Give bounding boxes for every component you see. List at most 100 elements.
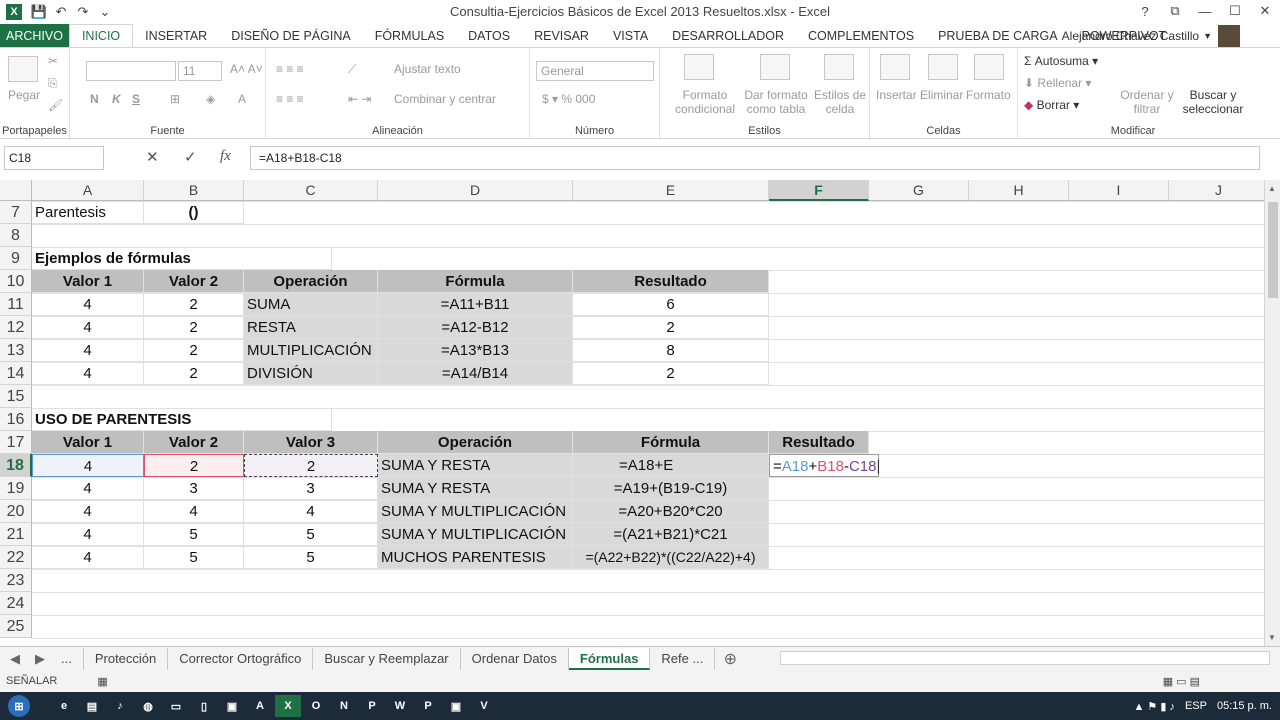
ie-icon[interactable]: e	[51, 695, 77, 717]
cell[interactable]: 6	[573, 293, 769, 316]
cell[interactable]: 2	[144, 316, 244, 339]
orientation-icon[interactable]: ⟋	[348, 62, 356, 77]
help-icon[interactable]: ?	[1130, 0, 1160, 22]
insert-button[interactable]: Insertar	[876, 88, 917, 102]
grow-font-icon[interactable]: A˄ A˅	[230, 62, 263, 76]
row-header[interactable]: 23	[0, 569, 32, 592]
cell[interactable]: MULTIPLICACIÓN	[244, 339, 378, 362]
row-header[interactable]: 10	[0, 270, 32, 293]
cell[interactable]: 4	[32, 316, 144, 339]
tab-inicio[interactable]: INICIO	[68, 24, 134, 47]
table-header[interactable]: Valor 2	[144, 431, 244, 454]
cell-editor-f18[interactable]: =A18+B18-C18|	[769, 454, 880, 477]
cell[interactable]: 4	[32, 362, 144, 385]
cell[interactable]: SUMA Y MULTIPLICACIÓN	[378, 500, 573, 523]
tab-revisar[interactable]: REVISAR	[522, 24, 601, 47]
view-normal-icon[interactable]: ▦ ▭ ▤	[1163, 675, 1200, 688]
row-header[interactable]: 8	[0, 224, 32, 247]
cell[interactable]: 4	[32, 523, 144, 546]
cell[interactable]: 4	[32, 339, 144, 362]
align-left-icon[interactable]: ≡ ≡ ≡	[276, 92, 304, 106]
format-painter-icon[interactable]: 🖌	[48, 98, 63, 112]
sheet-tab[interactable]: Ordenar Datos	[461, 647, 569, 670]
row-header[interactable]: 14	[0, 362, 32, 385]
close-icon[interactable]: ✕	[1250, 0, 1280, 22]
cell[interactable]: 2	[573, 316, 769, 339]
indent-icon[interactable]: ⇤ ⇥	[348, 92, 371, 106]
column-header-e[interactable]: E	[573, 180, 769, 201]
minimize-icon[interactable]: —	[1190, 0, 1220, 22]
user-account[interactable]: Alejandro Chavez Castillo ▼	[1062, 24, 1240, 47]
cell-ref-c18[interactable]: 2	[244, 454, 378, 477]
ribbon-display-icon[interactable]: ⧉	[1160, 0, 1190, 22]
sort-filter-button[interactable]: Ordenar y filtrar	[1110, 88, 1184, 116]
sheet-tab[interactable]: Corrector Ortográfico	[168, 647, 314, 670]
sheet-tab[interactable]: Refe ...	[650, 647, 716, 670]
column-header-f[interactable]: F	[769, 180, 869, 201]
insert-function-icon[interactable]: fx	[220, 148, 231, 165]
section-title[interactable]: Ejemplos de fórmulas	[32, 247, 332, 270]
cell[interactable]: =A19+(B19-C19)	[573, 477, 769, 500]
scroll-thumb[interactable]	[1268, 202, 1278, 298]
row-header[interactable]: 19	[0, 477, 32, 500]
cell[interactable]: 4	[32, 546, 144, 569]
next-sheet-icon[interactable]: ▶	[30, 651, 50, 667]
tab-prueba-carga[interactable]: PRUEBA DE CARGA	[926, 24, 1069, 47]
maximize-icon[interactable]: ☐	[1220, 0, 1250, 22]
table-header[interactable]: Fórmula	[573, 431, 769, 454]
column-header-i[interactable]: I	[1069, 180, 1169, 201]
conditional-format-button[interactable]: Formato condicional	[670, 88, 740, 116]
cell[interactable]: 4	[32, 477, 144, 500]
table-header[interactable]: Operación	[244, 270, 378, 293]
bold-button[interactable]: N	[90, 92, 99, 106]
cell[interactable]: 2	[573, 362, 769, 385]
paste-icon[interactable]	[8, 56, 38, 82]
spreadsheet-grid[interactable]: A B C D E F G H I J 7 8 9 10 11 12 13 14…	[0, 180, 1264, 646]
cell[interactable]: SUMA Y RESTA	[378, 454, 573, 477]
table-header[interactable]: Fórmula	[378, 270, 573, 293]
table-header[interactable]: Operación	[378, 431, 573, 454]
font-color-icon[interactable]: A	[238, 92, 246, 106]
sheet-tab[interactable]: Protección	[84, 647, 169, 670]
start-icon[interactable]: ⊞	[8, 695, 30, 717]
cell[interactable]: DIVISIÓN	[244, 362, 378, 385]
conditional-format-icon[interactable]	[684, 54, 714, 80]
cell[interactable]: SUMA Y RESTA	[378, 477, 573, 500]
column-header-b[interactable]: B	[144, 180, 244, 201]
cut-icon[interactable]: ✂	[48, 54, 58, 68]
row-header[interactable]: 9	[0, 247, 32, 270]
clear-button[interactable]: ◆ Borrar ▾	[1024, 98, 1079, 112]
formula-input[interactable]: =A18+B18-C18	[250, 146, 1260, 170]
cell[interactable]: SUMA	[244, 293, 378, 316]
cell[interactable]: 5	[144, 546, 244, 569]
word-icon[interactable]: W	[387, 695, 413, 717]
name-box[interactable]: C18	[4, 146, 104, 170]
italic-button[interactable]: K	[112, 92, 121, 106]
tab-archivo[interactable]: ARCHIVO	[0, 24, 69, 47]
file-icon[interactable]: ▯	[191, 695, 217, 717]
cell-ref-a18[interactable]: 4	[32, 454, 144, 477]
column-header-g[interactable]: G	[869, 180, 969, 201]
merge-center-button[interactable]: Combinar y centrar	[394, 92, 496, 106]
row-header[interactable]: 12	[0, 316, 32, 339]
cell-styles-icon[interactable]	[824, 54, 854, 80]
format-table-icon[interactable]	[760, 54, 790, 80]
paste-button[interactable]: Pegar	[8, 88, 40, 102]
table-header[interactable]: Valor 3	[244, 431, 378, 454]
cell[interactable]: 4	[244, 500, 378, 523]
prev-sheet-icon[interactable]: ◀	[0, 651, 30, 667]
sheet-tab[interactable]: Buscar y Reemplazar	[313, 647, 461, 670]
scroll-up-icon[interactable]: ▲	[1268, 184, 1276, 193]
delete-cells-icon[interactable]	[928, 54, 958, 80]
cell[interactable]: 3	[244, 477, 378, 500]
cell[interactable]: 5	[144, 523, 244, 546]
column-header-c[interactable]: C	[244, 180, 378, 201]
sheet-tab-active[interactable]: Fórmulas	[568, 647, 651, 670]
onenote-icon[interactable]: N	[331, 695, 357, 717]
visio-icon[interactable]: V	[471, 695, 497, 717]
table-header[interactable]: Resultado	[573, 270, 769, 293]
cancel-icon[interactable]: ✕	[146, 148, 159, 166]
table-header[interactable]: Valor 2	[144, 270, 244, 293]
fill-button[interactable]: ⬇ Rellenar ▾	[1024, 76, 1091, 90]
app-icon[interactable]: ◍	[135, 695, 161, 717]
